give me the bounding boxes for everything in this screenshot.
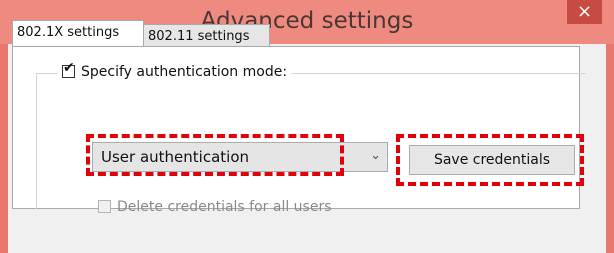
tab-802-11-settings[interactable]: 802.11 settings [143,24,270,47]
tab-802-1x-settings[interactable]: 802.1X settings [12,20,144,47]
close-button[interactable]: × [567,0,602,24]
delete-credentials-label: Delete credentials for all users [117,199,332,215]
delete-credentials-row[interactable]: Delete credentials for all users [98,199,332,215]
save-button-highlight-box [396,134,584,186]
delete-credentials-checkbox[interactable] [98,200,111,213]
specify-auth-mode-checkbox-row[interactable]: ✔ Specify authentication mode: [58,60,292,84]
chevron-down-icon[interactable]: ⌄ [370,148,381,163]
dropdown-highlight-box [86,134,344,176]
specify-auth-mode-checkbox[interactable]: ✔ [62,61,75,78]
close-icon: × [576,1,593,22]
specify-auth-mode-label: Specify authentication mode: [81,64,288,80]
check-icon: ✔ [63,60,75,76]
